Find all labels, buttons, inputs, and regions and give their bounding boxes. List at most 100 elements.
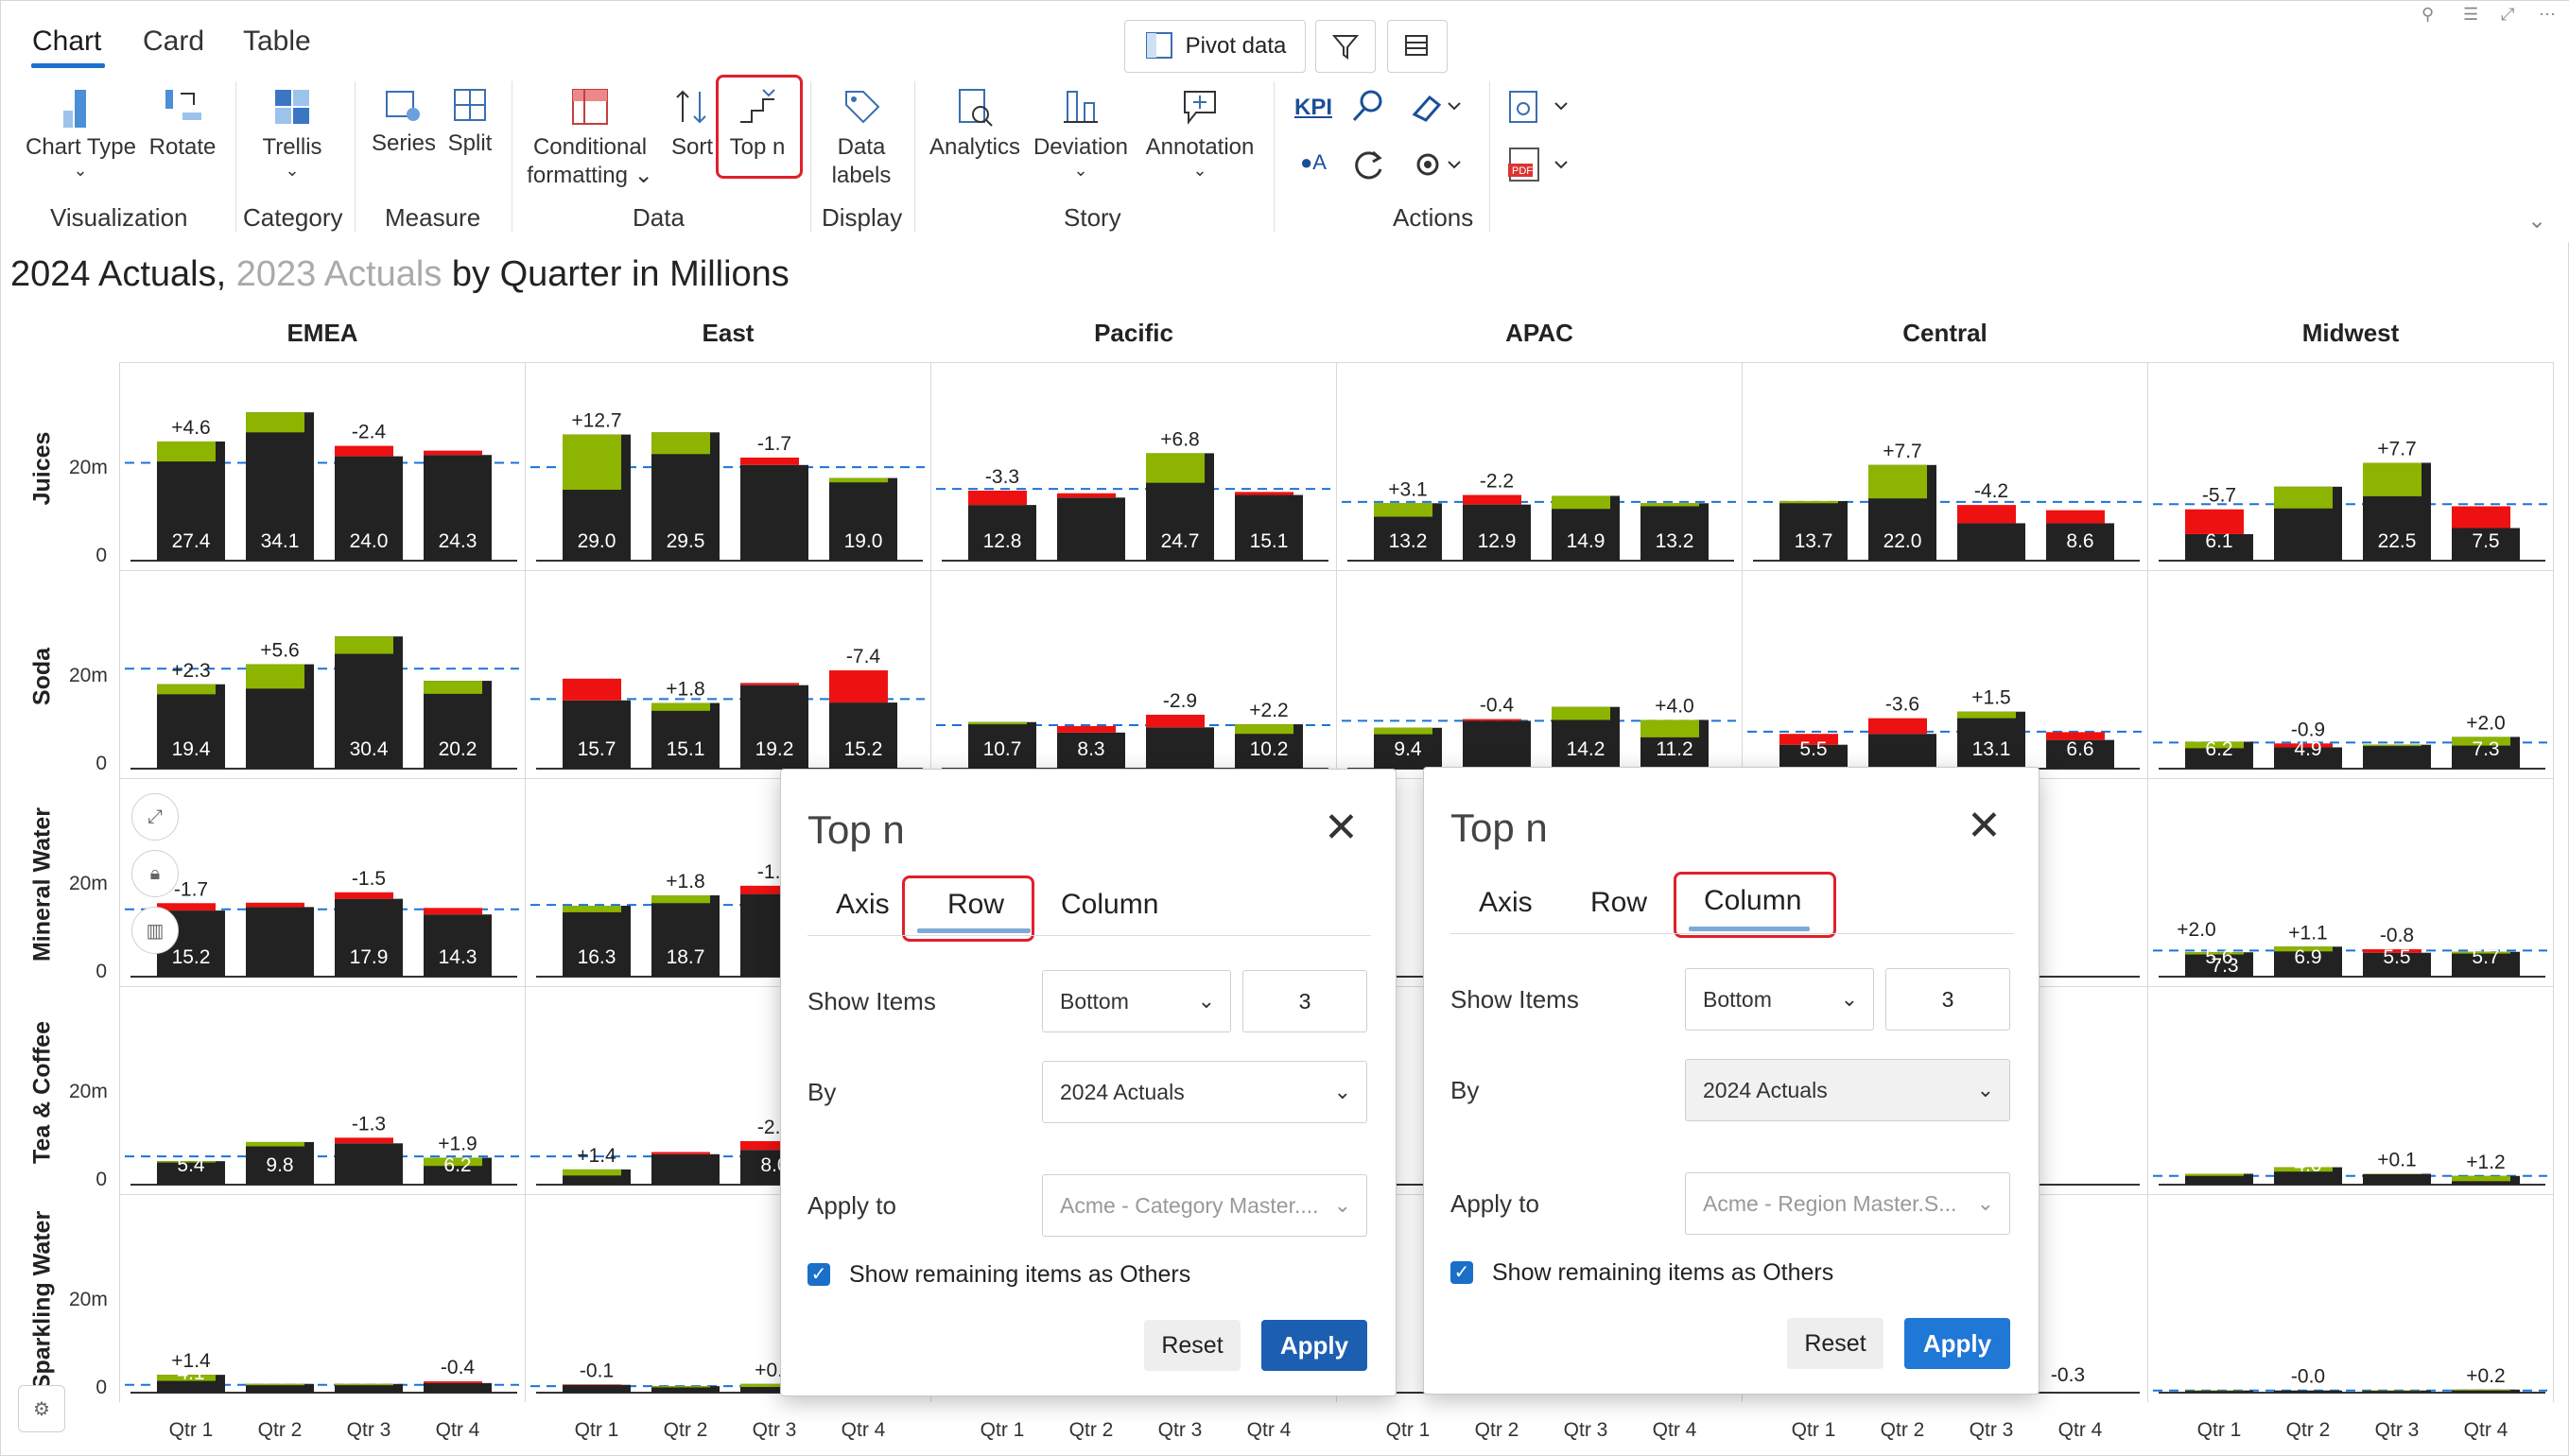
tab-axis[interactable]: Axis [836, 889, 890, 921]
count-input[interactable]: 3 [1885, 968, 2010, 1031]
x-axis-tick-label: Qtr 2 [1474, 1419, 1519, 1441]
actual-bar [1868, 734, 1936, 769]
focus-mode-button[interactable]: ⤢ [131, 793, 179, 841]
chevron-down-icon: ⌄ [1333, 1080, 1351, 1103]
apply-to-select[interactable]: Acme - Category Master.... ⌄ [1042, 1174, 1367, 1237]
apply-to-label: Apply to [807, 1191, 896, 1220]
actual-bar [740, 464, 808, 561]
variance-positive-bar [563, 1169, 621, 1176]
chevron-down-icon: ⌄ [1976, 1078, 1994, 1101]
variance-negative-bar [424, 450, 482, 456]
apply-button[interactable]: Apply [1904, 1318, 2010, 1369]
tab-axis[interactable]: Axis [1479, 887, 1533, 919]
variance-label: +1.4 [577, 1145, 616, 1167]
variance-positive-bar [651, 702, 710, 711]
tab-column[interactable]: Column [1061, 889, 1158, 921]
variance-label: -2.9 [1163, 690, 1197, 712]
x-axis-tick-label: Qtr 4 [2463, 1419, 2508, 1441]
variance-negative-bar [1957, 505, 2016, 524]
variance-positive-bar [2185, 1173, 2244, 1176]
value-label: 13.7 [1795, 530, 1833, 552]
variance-positive-bar [335, 636, 393, 654]
value-label: 34.1 [261, 530, 300, 552]
variance-negative-bar [424, 908, 482, 915]
value-label: 19.0 [844, 530, 883, 552]
chart-view-button[interactable]: ▥ [131, 907, 179, 954]
variance-positive-bar [1868, 464, 1927, 499]
variance-label: +1.5 [1971, 687, 2010, 709]
variance-positive-bar [2452, 1175, 2510, 1182]
chevron-down-icon: ⌄ [1197, 989, 1215, 1013]
apply-to-value: Acme - Region Master.S... [1703, 1190, 1957, 1216]
show-items-label: Show Items [1450, 985, 1579, 1014]
variance-negative-bar [563, 678, 621, 701]
variance-positive-bar [1779, 500, 1838, 504]
variance-negative-bar [740, 457, 799, 465]
apply-to-value: Acme - Category Master.... [1060, 1192, 1319, 1218]
variance-positive-bar [651, 894, 710, 904]
variance-positive-bar [2363, 462, 2421, 496]
tool-icon: ⚙ [33, 1398, 50, 1420]
count-input[interactable]: 3 [1242, 970, 1367, 1032]
value-label: 13.2 [1656, 530, 1694, 552]
x-axis-tick-label: Qtr 4 [435, 1419, 480, 1441]
value-label: 27.4 [172, 530, 211, 552]
variance-positive-bar [1146, 453, 1205, 483]
value-label: 24.0 [350, 530, 389, 552]
value-label: 8.6 [2066, 530, 2093, 552]
reset-button[interactable]: Reset [1144, 1320, 1241, 1371]
variance-positive-bar [246, 1141, 304, 1147]
variance-label: +1.2 [2466, 1152, 2505, 1173]
show-items-value: Bottom [1060, 988, 1129, 1014]
variance-negative-bar [740, 683, 799, 685]
variance-label: +4.0 [1655, 695, 1693, 717]
variance-positive-bar [424, 681, 482, 694]
actual-bar [2363, 1173, 2431, 1185]
show-items-value: Bottom [1703, 986, 1772, 1012]
variance-positive-bar [246, 664, 304, 689]
by-select[interactable]: 2024 Actuals ⌄ [1685, 1059, 2010, 1121]
variance-positive-bar [2452, 1389, 2510, 1391]
variance-label: -1.3 [352, 1113, 386, 1135]
variance-label: +3.1 [1388, 478, 1427, 500]
variance-positive-bar [829, 477, 888, 483]
x-axis-tick-label: Qtr 1 [980, 1419, 1025, 1441]
show-others-checkbox[interactable]: ✓ [1450, 1261, 1473, 1284]
value-label: 9.8 [266, 1154, 293, 1176]
close-icon[interactable]: ✕ [1967, 806, 2002, 847]
tab-row[interactable]: Row [1590, 887, 1647, 919]
variance-negative-bar [1463, 494, 1521, 505]
value-label: 10.2 [1250, 738, 1289, 760]
variance-label: -1.7 [174, 878, 208, 900]
variance-label: +2.0 [2177, 919, 2215, 941]
close-icon[interactable]: ✕ [1324, 807, 1359, 849]
by-select[interactable]: 2024 Actuals ⌄ [1042, 1061, 1367, 1123]
actual-bar [651, 1153, 720, 1185]
show-items-select[interactable]: Bottom ⌄ [1685, 968, 1874, 1031]
actual-bar [335, 1143, 403, 1185]
visual-tool-button[interactable]: ⚙ [18, 1385, 65, 1432]
show-others-checkbox[interactable]: ✓ [807, 1263, 830, 1286]
actual-bar [2274, 1390, 2342, 1393]
show-items-select[interactable]: Bottom ⌄ [1042, 970, 1231, 1032]
variance-label: -3.3 [985, 466, 1019, 488]
lock-button[interactable]: 🔒︎ [131, 850, 179, 897]
variance-label: +0.2 [2466, 1365, 2505, 1387]
x-axis-tick-label: Qtr 4 [841, 1419, 886, 1441]
apply-to-select[interactable]: Acme - Region Master.S... ⌄ [1685, 1172, 2010, 1235]
apply-to-label: Apply to [1450, 1189, 1539, 1218]
variance-label: -3.6 [1885, 694, 1919, 716]
variance-label: -0.8 [2380, 925, 2414, 946]
x-axis-tick-label: Qtr 1 [2196, 1419, 2242, 1441]
variance-positive-bar [1235, 724, 1293, 735]
variance-label: +12.7 [571, 410, 621, 432]
value-label: 15.2 [172, 946, 211, 968]
variance-label: -5.7 [2202, 485, 2236, 507]
reset-button[interactable]: Reset [1787, 1318, 1883, 1369]
variance-negative-bar [1057, 493, 1116, 498]
value-label: 8.3 [1077, 738, 1104, 760]
x-axis-tick-label: Qtr 3 [1157, 1419, 1203, 1441]
variance-positive-bar [1552, 495, 1610, 510]
app-window: { "ribbon": { "tabs": [{"label":"Chart"}… [0, 0, 2569, 1456]
apply-button[interactable]: Apply [1261, 1320, 1367, 1371]
